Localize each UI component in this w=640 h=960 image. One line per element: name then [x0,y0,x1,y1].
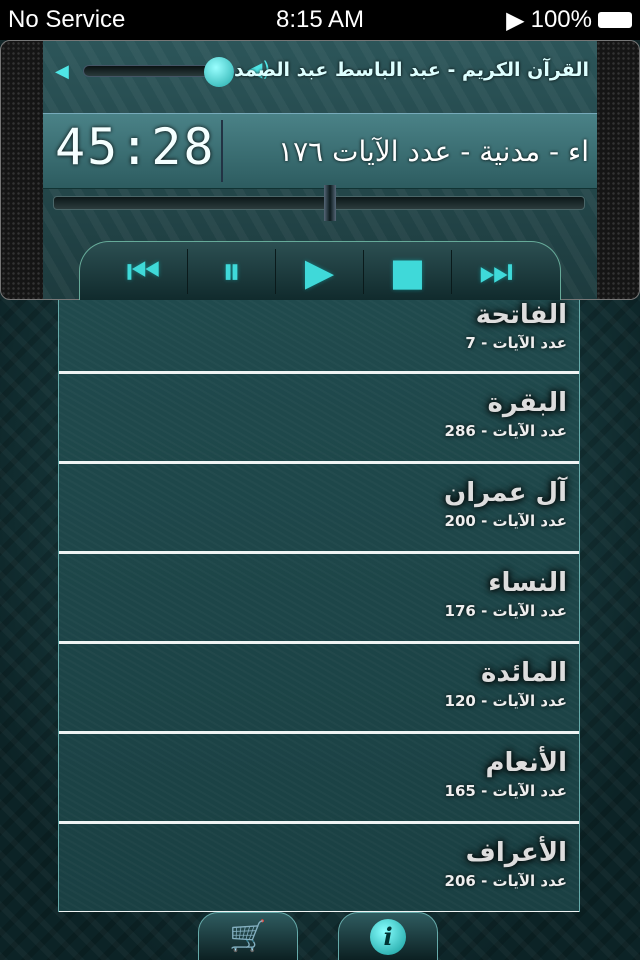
play-icon: ▶ [304,249,335,294]
surah-row[interactable]: آل عمران عدد الآيات - 200 [59,464,579,554]
ayat-count: عدد الآيات - 286 [444,422,567,440]
surah-name: المائدة [481,658,567,688]
battery-percent: 100% [530,6,592,33]
play-status-icon: ▶ [506,6,525,34]
info-icon: i [370,918,406,955]
pause-button[interactable]: ⏸ [188,249,276,294]
ayat-count: عدد الآيات - 165 [444,782,567,800]
seek-slider[interactable] [53,185,585,221]
volume-low-icon: ◀ [55,61,69,82]
carrier: No Service [8,6,126,33]
surah-name: الأنعام [485,748,567,778]
surah-list[interactable]: الفاتحة عدد الآيات - 7 البقرة عدد الآيات - … [58,300,580,912]
pause-icon: ⏸ [221,249,241,293]
store-tab[interactable]: 🛒 [198,912,298,960]
battery-icon [598,12,632,28]
now-playing-text: اء - مدنية - عدد الآيات ١٧٦ [278,135,589,168]
cart-icon: 🛒 [229,919,267,954]
play-button[interactable]: ▶ [276,249,364,294]
skip-back-icon: ⏮ [126,249,161,293]
surah-name: آل عمران [444,478,567,508]
surah-row[interactable]: البقرة عدد الآيات - 286 [59,374,579,464]
app-title: القرآن الكريم - عبد الباسط عبد الصمد [233,59,589,81]
info-tab[interactable]: i [338,912,438,960]
stop-icon: ■ [389,249,426,294]
track-display: 45:28 اء - مدنية - عدد الآيات ١٧٦ [43,113,597,189]
seek-knob[interactable] [323,185,336,221]
stop-button[interactable]: ■ [364,249,452,294]
ayat-count: عدد الآيات - 120 [444,692,567,710]
player-panel: ◀ ◀) القرآن الكريم - عبد الباسط عبد الصم… [0,40,640,301]
surah-name: النساء [488,568,567,598]
ayat-count: عدد الآيات - 200 [444,512,567,530]
surah-row[interactable]: المائدة عدد الآيات - 120 [59,644,579,734]
surah-name: الأعراف [465,838,567,868]
status-bar: No Service 8:15 AM ▶ 100% [0,0,640,40]
ayat-count: عدد الآيات - 206 [444,872,567,890]
previous-button[interactable]: ⏮ [100,249,188,294]
skip-forward-icon: ⏭ [478,249,514,293]
volume-slider[interactable] [83,57,235,87]
tab-bar: 🛒 i [58,912,580,960]
ayat-count: عدد الآيات - 7 [465,334,567,352]
divider [221,120,223,182]
ayat-count: عدد الآيات - 176 [444,602,567,620]
volume-knob[interactable] [204,57,234,87]
surah-name: البقرة [487,388,567,418]
surah-row[interactable]: النساء عدد الآيات - 176 [59,554,579,644]
surah-name: الفاتحة [475,300,567,330]
elapsed-time: 45:28 [55,118,216,176]
surah-row[interactable]: الفاتحة عدد الآيات - 7 [59,300,579,374]
playback-controls: ⏮ ⏸ ▶ ■ ⏭ [79,241,561,301]
surah-row[interactable]: الأنعام عدد الآيات - 165 [59,734,579,824]
next-button[interactable]: ⏭ [452,249,540,294]
surah-row[interactable]: الأعراف عدد الآيات - 206 [59,824,579,912]
